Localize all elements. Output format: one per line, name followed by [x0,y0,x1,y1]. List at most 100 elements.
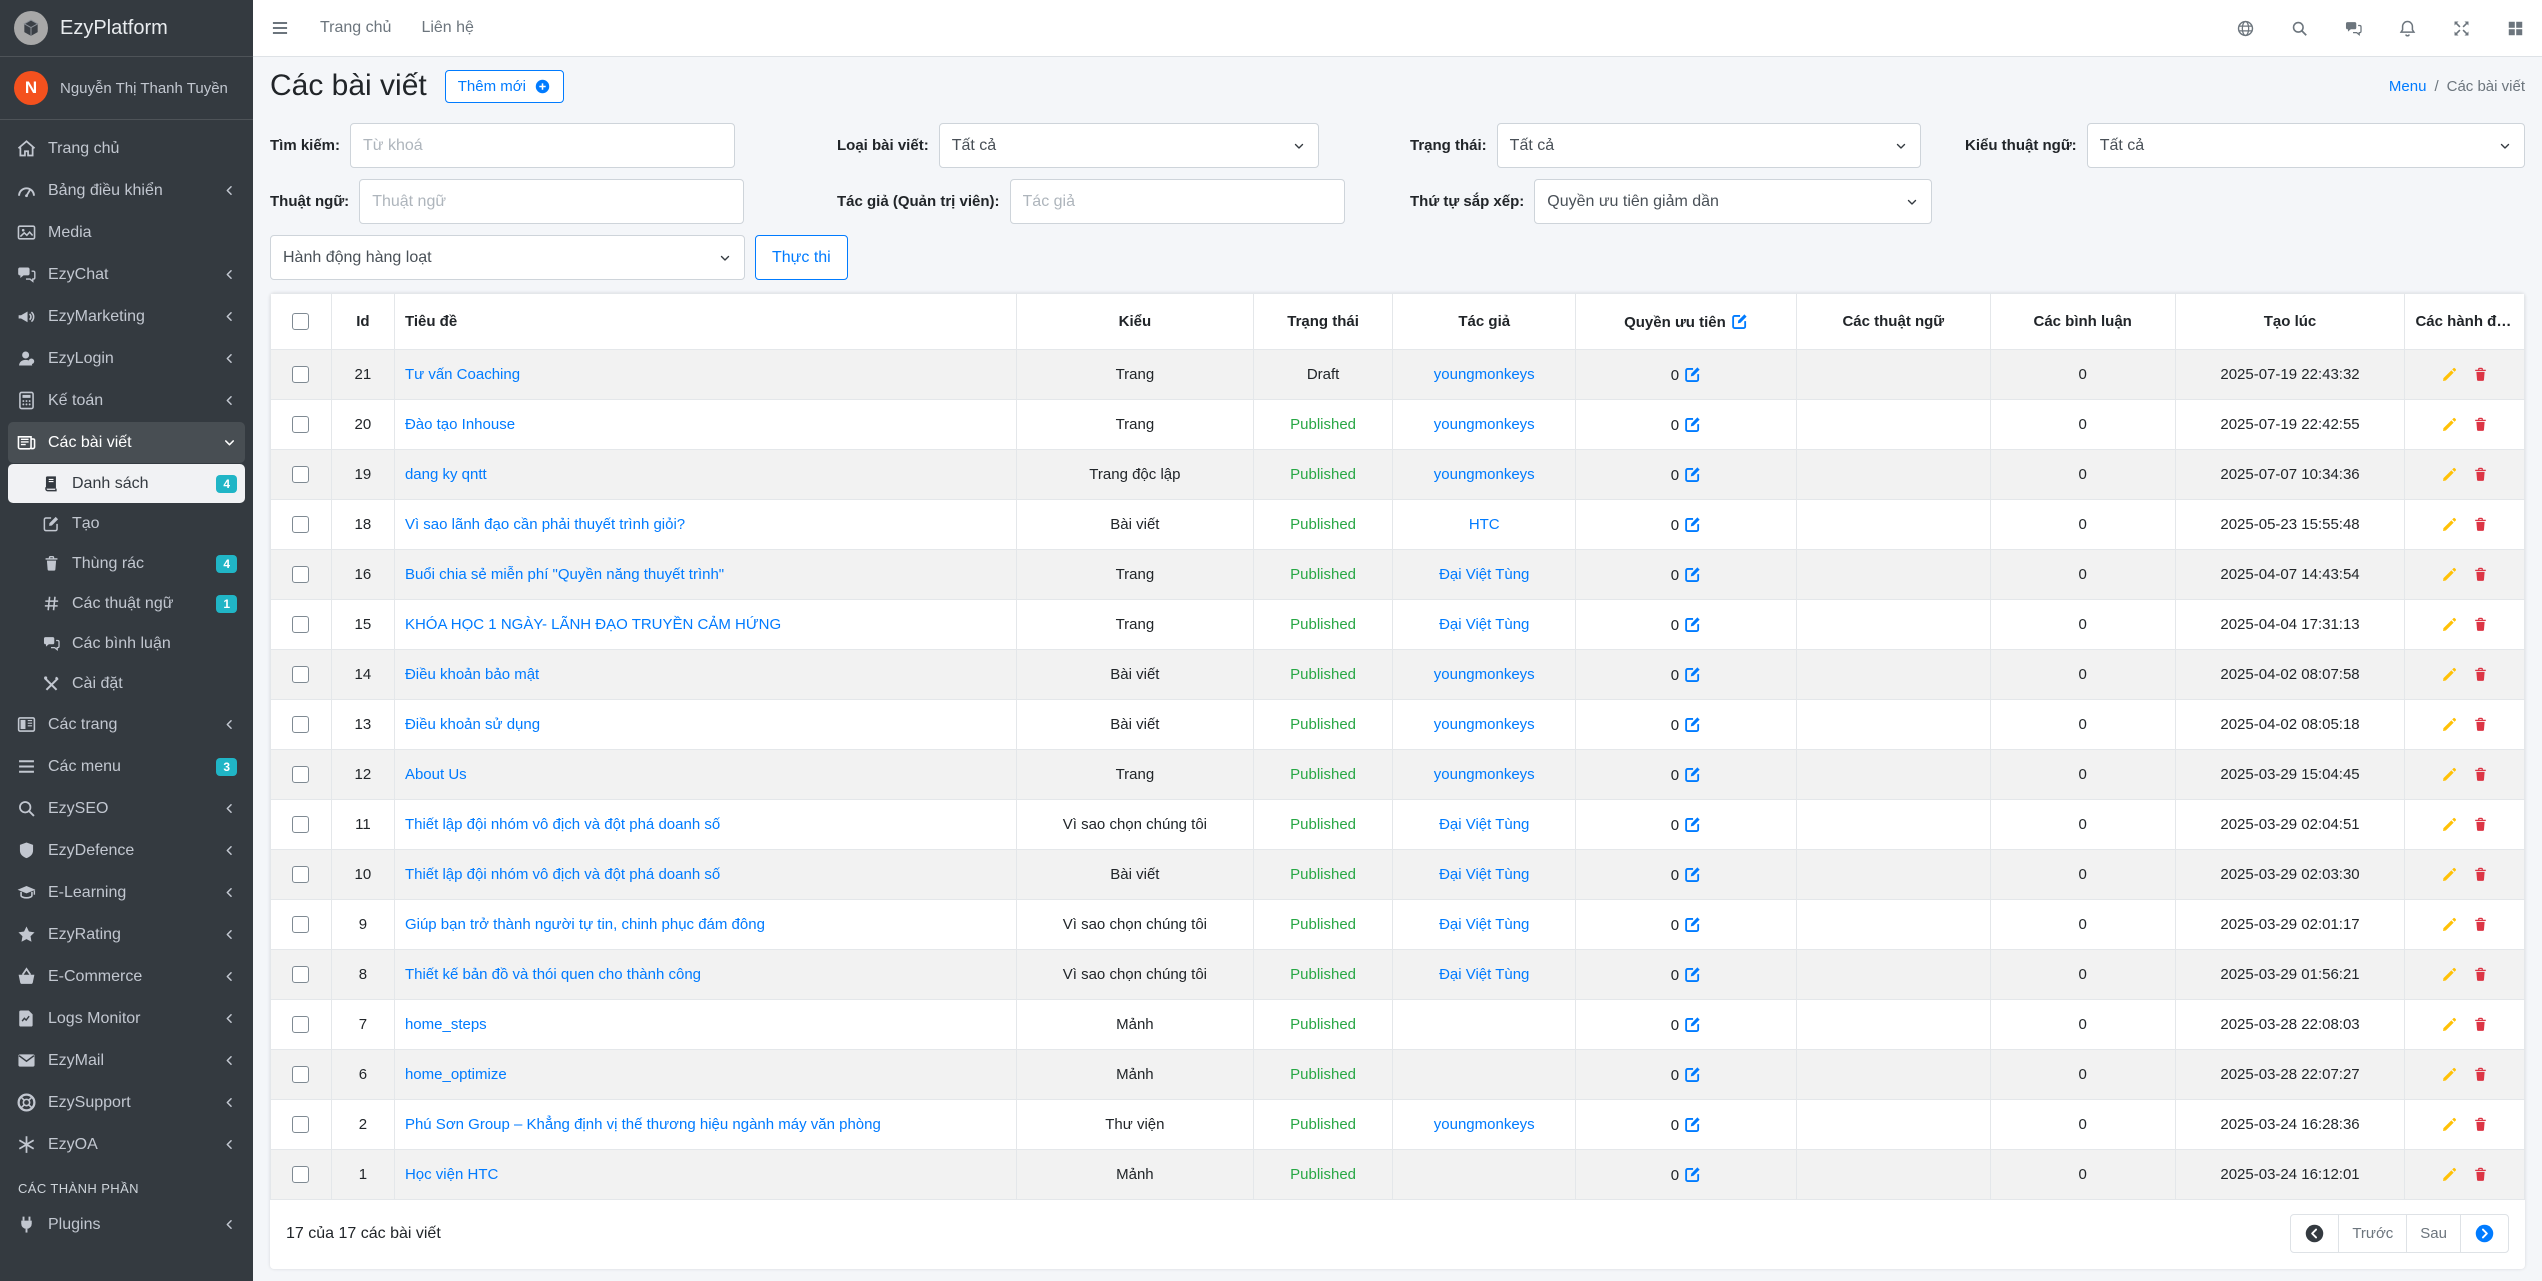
sidebar-item-e-commerce[interactable]: E-Commerce [8,956,245,997]
brand[interactable]: EzyPlatform [0,0,253,57]
delete-post-icon[interactable] [2472,916,2489,933]
post-author-link[interactable]: youngmonkeys [1434,666,1535,683]
post-title-link[interactable]: Đào tạo Inhouse [405,416,515,433]
post-author-link[interactable]: youngmonkeys [1434,716,1535,733]
delete-post-icon[interactable] [2472,816,2489,833]
sidebar-item-thung-rac[interactable]: Thùng rác 4 [8,544,245,583]
edit-post-icon[interactable] [2441,866,2458,883]
sidebar-item-media[interactable]: Media [8,212,245,253]
sidebar-item-cac-binh-luan[interactable]: Các bình luận [8,624,245,663]
delete-post-icon[interactable] [2472,1016,2489,1033]
priority-edit-icon[interactable] [1684,816,1701,833]
priority-edit-icon[interactable] [1684,716,1701,733]
priority-bulk-edit-icon[interactable] [1731,313,1748,330]
delete-post-icon[interactable] [2472,1066,2489,1083]
row-checkbox[interactable] [292,716,310,734]
edit-post-icon[interactable] [2441,816,2458,833]
priority-edit-icon[interactable] [1684,366,1701,383]
post-author-link[interactable]: Đại Việt Tùng [1439,866,1529,883]
post-title-link[interactable]: KHÓA HỌC 1 NGÀY- LÃNH ĐẠO TRUYỀN CẢM HỨN… [405,616,781,633]
row-checkbox[interactable] [292,616,310,634]
term-input[interactable] [359,179,745,224]
priority-edit-icon[interactable] [1684,566,1701,583]
post-author-link[interactable]: Đại Việt Tùng [1439,916,1529,933]
priority-edit-icon[interactable] [1684,516,1701,533]
row-checkbox[interactable] [292,816,310,834]
row-checkbox[interactable] [292,416,310,434]
sidebar-item-ezyrating[interactable]: EzyRating [8,914,245,955]
hamburger-icon[interactable] [270,18,290,38]
post-title-link[interactable]: Giúp bạn trở thành người tự tin, chinh p… [405,916,765,933]
bulk-action-select[interactable]: Hành động hàng loạt [270,235,745,280]
post-author-link[interactable]: youngmonkeys [1434,366,1535,383]
post-author-link[interactable]: youngmonkeys [1434,466,1535,483]
delete-post-icon[interactable] [2472,416,2489,433]
execute-button[interactable]: Thực thi [755,235,848,280]
sidebar-item-ke-toan[interactable]: Kế toán [8,380,245,421]
post-title-link[interactable]: About Us [405,766,467,783]
priority-edit-icon[interactable] [1684,466,1701,483]
row-checkbox[interactable] [292,516,310,534]
sidebar-item-tao[interactable]: Tạo [8,504,245,543]
first-page-button[interactable] [2291,1215,2338,1252]
edit-post-icon[interactable] [2441,716,2458,733]
grid-icon[interactable] [2506,19,2525,38]
post-author-link[interactable]: Đại Việt Tùng [1439,966,1529,983]
sidebar-item-logs-monitor[interactable]: Logs Monitor [8,998,245,1039]
delete-post-icon[interactable] [2472,516,2489,533]
delete-post-icon[interactable] [2472,866,2489,883]
post-title-link[interactable]: Thiết kế bản đồ và thói quen cho thành c… [405,966,701,983]
edit-post-icon[interactable] [2441,916,2458,933]
post-author-link[interactable]: youngmonkeys [1434,1116,1535,1133]
select-all-checkbox[interactable] [292,313,310,331]
sidebar-item-trang-chu[interactable]: Trang chủ [8,128,245,169]
post-author-link[interactable]: Đại Việt Tùng [1439,566,1529,583]
post-title-link[interactable]: Vì sao lãnh đạo cần phải thuyết trình gi… [405,516,685,533]
row-checkbox[interactable] [292,466,310,484]
delete-post-icon[interactable] [2472,466,2489,483]
row-checkbox[interactable] [292,1016,310,1034]
edit-post-icon[interactable] [2441,966,2458,983]
row-checkbox[interactable] [292,866,310,884]
sidebar-item-ezyseo[interactable]: EzySEO [8,788,245,829]
delete-post-icon[interactable] [2472,1116,2489,1133]
sidebar-item-ezydefence[interactable]: EzyDefence [8,830,245,871]
next-page-button[interactable]: Sau [2406,1215,2460,1252]
delete-post-icon[interactable] [2472,716,2489,733]
post-author-link[interactable]: HTC [1469,516,1500,533]
delete-post-icon[interactable] [2472,966,2489,983]
priority-edit-icon[interactable] [1684,866,1701,883]
bell-icon[interactable] [2398,19,2417,38]
edit-post-icon[interactable] [2441,566,2458,583]
post-title-link[interactable]: home_optimize [405,1066,507,1083]
post-title-link[interactable]: Tư vấn Coaching [405,366,520,383]
row-checkbox[interactable] [292,766,310,784]
edit-post-icon[interactable] [2441,1116,2458,1133]
sidebar-item-ezysupport[interactable]: EzySupport [8,1082,245,1123]
post-author-link[interactable]: Đại Việt Tùng [1439,616,1529,633]
post-title-link[interactable]: Thiết lập đội nhóm vô địch và đột phá do… [405,866,720,883]
edit-post-icon[interactable] [2441,1066,2458,1083]
sidebar-item-cai-dat[interactable]: Cài đặt [8,664,245,703]
sidebar-item-cac-menu[interactable]: Các menu 3 [8,746,245,787]
sort-select[interactable]: Quyền ưu tiên giảm dần [1534,179,1933,224]
breadcrumb-menu-link[interactable]: Menu [2389,78,2427,95]
chat-icon[interactable] [2344,19,2363,38]
sidebar-item-ezychat[interactable]: EzyChat [8,254,245,295]
edit-post-icon[interactable] [2441,666,2458,683]
topnav-link-trang-chu[interactable]: Trang chủ [320,19,391,37]
sidebar-item-e-learning[interactable]: E-Learning [8,872,245,913]
sidebar-item-cac-thuat-ngu[interactable]: Các thuật ngữ 1 [8,584,245,623]
sidebar-item-bang-dieu-khien[interactable]: Bảng điều khiển [8,170,245,211]
sidebar-item-ezyoa[interactable]: EzyOA [8,1124,245,1165]
delete-post-icon[interactable] [2472,666,2489,683]
post-title-link[interactable]: Điều khoản bảo mật [405,666,539,683]
edit-post-icon[interactable] [2441,766,2458,783]
sidebar-item-ezylogin[interactable]: EzyLogin [8,338,245,379]
delete-post-icon[interactable] [2472,616,2489,633]
post-title-link[interactable]: home_steps [405,1016,487,1033]
edit-post-icon[interactable] [2441,1166,2458,1183]
sidebar-item-ezymail[interactable]: EzyMail [8,1040,245,1081]
search-icon[interactable] [2290,19,2309,38]
user-panel[interactable]: N Nguyễn Thị Thanh Tuyền [0,57,253,120]
